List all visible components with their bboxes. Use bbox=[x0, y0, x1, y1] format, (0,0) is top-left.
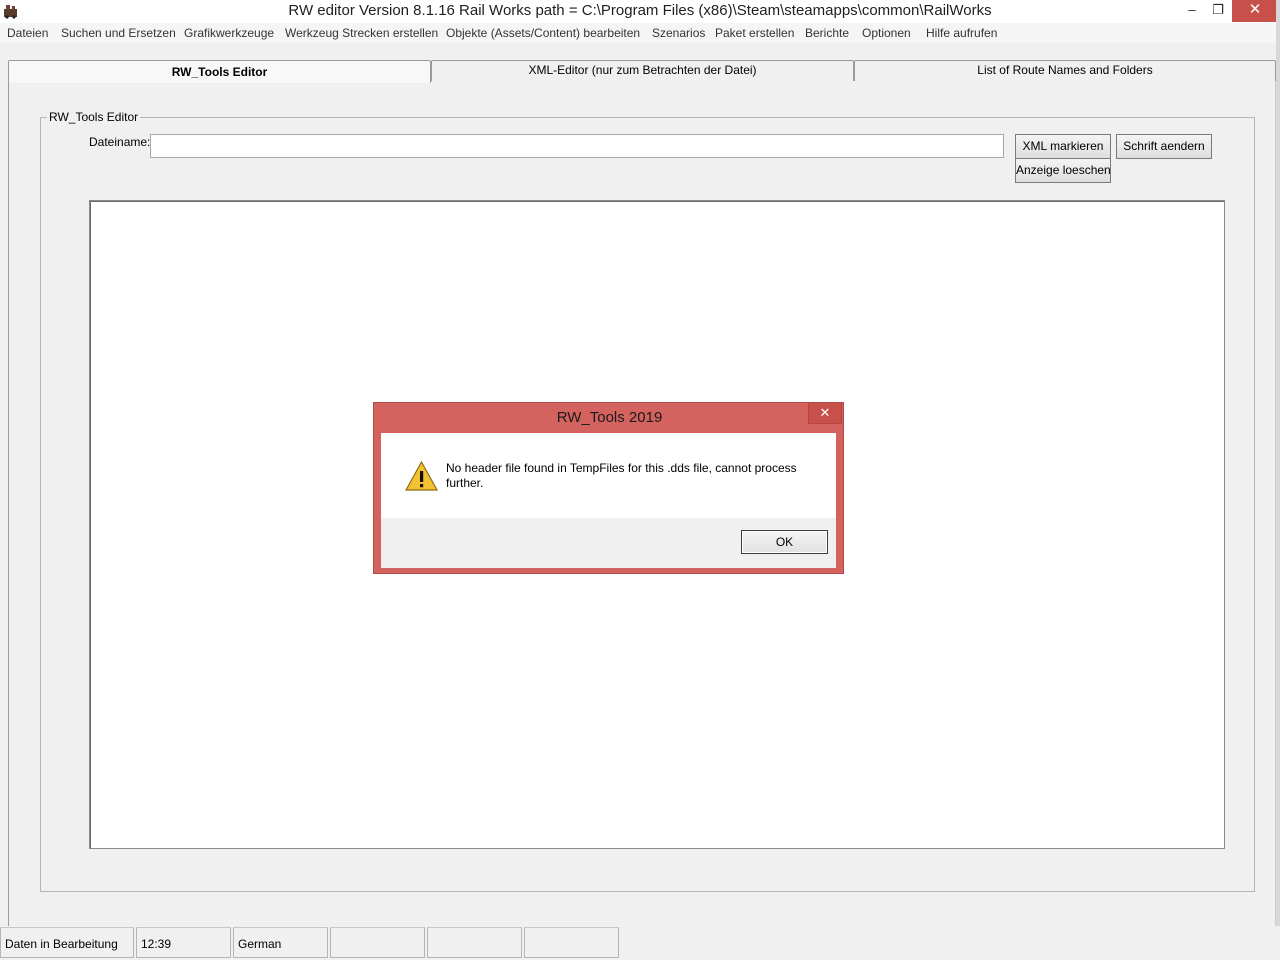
menu-hilfe[interactable]: Hilfe aufrufen bbox=[926, 26, 997, 40]
menu-bar: Dateien Suchen und Ersetzen Grafikwerkze… bbox=[0, 23, 1280, 43]
schrift-aendern-button[interactable]: Schrift aendern bbox=[1116, 134, 1212, 159]
status-cell-4 bbox=[330, 927, 425, 958]
warning-icon bbox=[405, 461, 438, 491]
dialog-title: RW_Tools 2019 bbox=[556, 409, 663, 426]
menu-suchen-und-ersetzen[interactable]: Suchen und Ersetzen bbox=[61, 26, 176, 40]
window-title: RW editor Version 8.1.16 Rail Works path… bbox=[288, 2, 992, 19]
tab-xml-editor[interactable]: XML-Editor (nur zum Betrachten der Datei… bbox=[431, 60, 854, 81]
dialog-content: No header file found in TempFiles for th… bbox=[381, 433, 836, 568]
status-time: 12:39 bbox=[136, 927, 231, 958]
menu-objekte[interactable]: Objekte (Assets/Content) bearbeiten bbox=[446, 26, 640, 40]
tab-route-names[interactable]: List of Route Names and Folders bbox=[854, 60, 1276, 81]
status-language: German bbox=[233, 927, 328, 958]
status-cell-6 bbox=[524, 927, 619, 958]
status-cell-5 bbox=[427, 927, 522, 958]
message-dialog: RW_Tools 2019 ✕ No header file found in … bbox=[373, 402, 844, 574]
menu-dateien[interactable]: Dateien bbox=[7, 26, 48, 40]
menu-werkzeug-strecken[interactable]: Werkzeug Strecken erstellen bbox=[285, 26, 438, 40]
restore-button[interactable]: ❐ bbox=[1204, 0, 1232, 22]
dialog-message: No header file found in TempFiles for th… bbox=[446, 461, 797, 490]
menu-optionen[interactable]: Optionen bbox=[862, 26, 911, 40]
menu-paket-erstellen[interactable]: Paket erstellen bbox=[715, 26, 794, 40]
status-bar: Daten in Bearbeitung 12:39 German bbox=[0, 927, 1280, 960]
close-button[interactable]: ✕ bbox=[1232, 0, 1278, 22]
groupbox-title: RW_Tools Editor bbox=[47, 110, 141, 124]
menu-berichte[interactable]: Berichte bbox=[805, 26, 849, 40]
menu-grafikwerkzeuge[interactable]: Grafikwerkzeuge bbox=[184, 26, 274, 40]
minimize-button[interactable]: ‒ bbox=[1178, 0, 1206, 22]
window-right-edge bbox=[1276, 0, 1280, 926]
tab-rw-tools-editor[interactable]: RW_Tools Editor bbox=[8, 60, 431, 83]
anzeige-loeschen-button[interactable]: Anzeige loeschen bbox=[1015, 158, 1111, 183]
title-bar: RW editor Version 8.1.16 Rail Works path… bbox=[0, 0, 1280, 23]
ok-button[interactable]: OK bbox=[741, 530, 828, 554]
status-mode: Daten in Bearbeitung bbox=[0, 927, 134, 958]
xml-markieren-button[interactable]: XML markieren bbox=[1015, 134, 1111, 159]
dialog-close-button[interactable]: ✕ bbox=[808, 403, 842, 424]
filename-input[interactable] bbox=[150, 134, 1004, 158]
menu-szenarios[interactable]: Szenarios bbox=[652, 26, 705, 40]
filename-label: Dateiname: bbox=[89, 135, 151, 149]
